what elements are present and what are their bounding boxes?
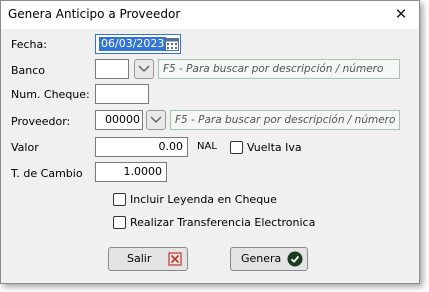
chevron-down-icon (150, 116, 162, 124)
title-bar: Genera Anticipo a Proveedor ✕ (1, 1, 419, 29)
banco-lookup-button[interactable] (134, 59, 154, 79)
valor-field[interactable]: 0.00 (95, 137, 188, 157)
genera-anticipo-dialog: Genera Anticipo a Proveedor ✕ Fecha: 06/… (0, 0, 420, 284)
incluir-leyenda-checkbox[interactable] (113, 193, 126, 206)
proveedor-search-hint[interactable]: F5 - Para buscar por descripción / númer… (170, 110, 400, 130)
realizar-transferencia-label: Realizar Transferencia Electronica (130, 216, 316, 229)
salir-label: Salir (127, 252, 152, 265)
vuelta-iva-checkbox[interactable] (230, 141, 243, 154)
valor-value: 0.00 (158, 140, 184, 153)
salir-button[interactable]: Salir (108, 247, 188, 271)
close-icon[interactable]: ✕ (393, 5, 409, 23)
tipo-cambio-value: 1.0000 (123, 165, 163, 178)
banco-search-hint[interactable]: F5 - Para buscar por descripción / númer… (158, 59, 400, 79)
proveedor-field[interactable]: 00000 (95, 110, 143, 130)
check-circle-icon (287, 251, 303, 267)
valor-label: Valor (11, 141, 39, 154)
chevron-down-icon (138, 65, 150, 73)
close-x-icon (168, 252, 182, 266)
window-title: Genera Anticipo a Proveedor (8, 7, 181, 21)
banco-field[interactable] (95, 59, 129, 79)
banco-label: Banco (11, 64, 46, 77)
fecha-value: 06/03/2023 (99, 37, 167, 51)
fecha-label: Fecha: (11, 38, 47, 51)
genera-button[interactable]: Genera (230, 247, 308, 271)
tipo-cambio-field[interactable]: 1.0000 (95, 162, 167, 182)
num-cheque-label: Num. Cheque: (11, 88, 90, 101)
fecha-field[interactable]: 06/03/2023 (95, 34, 181, 54)
proveedor-label: Proveedor: (11, 115, 71, 128)
tipo-cambio-label: T. de Cambio (11, 167, 83, 180)
vuelta-iva-label: Vuelta Iva (247, 141, 302, 154)
realizar-transferencia-checkbox[interactable] (113, 216, 126, 229)
genera-label: Genera (241, 252, 282, 265)
currency-unit: NAL (197, 141, 217, 152)
proveedor-value: 00000 (105, 113, 140, 126)
incluir-leyenda-label: Incluir Leyenda en Cheque (130, 193, 277, 206)
calendar-icon[interactable] (165, 37, 179, 51)
proveedor-lookup-button[interactable] (146, 110, 166, 130)
num-cheque-field[interactable] (95, 84, 149, 104)
